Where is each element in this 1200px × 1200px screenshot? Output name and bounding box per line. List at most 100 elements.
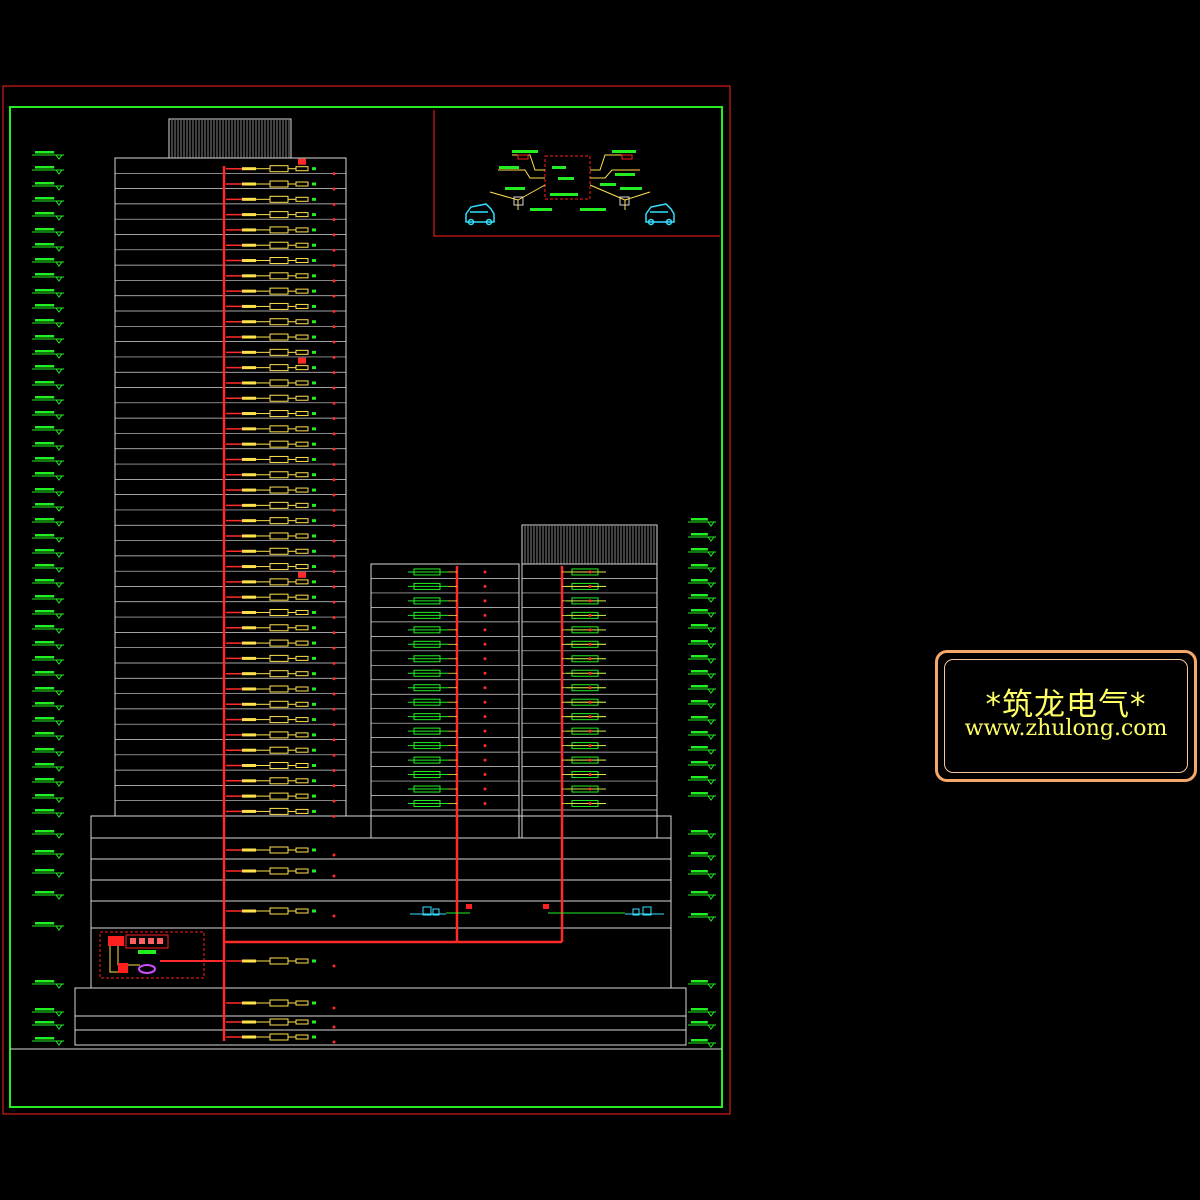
level-text [35,457,55,460]
level-text [35,243,55,246]
sensor-dot [483,570,487,574]
level-arrow [55,894,63,900]
level-text [35,687,55,690]
status-mark [312,381,316,385]
level-text [691,1008,708,1011]
tower-a-device-rows [226,158,336,1044]
left-elevation-markers [32,151,64,1046]
junction-box [242,350,256,354]
reader-box [295,196,309,202]
junction-box [242,335,256,339]
level-arrow [707,643,715,649]
sensor-dot [332,723,336,727]
level-text [35,922,55,925]
sensor-dot [332,914,336,918]
level-text [35,656,55,659]
junction-box [242,473,256,477]
status-mark [312,304,316,308]
junction-box [242,442,256,446]
level-text [691,640,708,643]
controller-box [269,957,289,965]
sensor-dot [588,657,592,661]
sensor-dot [332,707,336,711]
status-mark [312,519,316,523]
junction-box [242,197,256,201]
sensor-dot [332,248,336,252]
reader-box [295,334,309,340]
level-text [35,197,55,200]
junction-box [242,549,256,553]
level-text [35,258,55,261]
level-text [691,792,708,795]
level-text [35,151,55,154]
sensor-dot [332,417,336,421]
junction-box [242,488,256,492]
level-arrow [707,779,715,785]
status-mark [312,748,316,752]
controller-box [269,578,289,586]
parking-barrier-left [410,904,472,916]
status-mark [312,442,316,446]
sensor-dot [588,787,592,791]
sensor-dot [332,432,336,436]
reader-box [295,625,309,631]
reader-box [295,303,309,309]
level-arrow [55,200,63,206]
status-mark [312,259,316,263]
level-arrow [55,720,63,726]
sensor-dot [332,371,336,375]
sensor-dot [483,642,487,646]
reader-box [295,1019,309,1025]
controller-box [269,501,289,509]
level-text [35,579,55,582]
status-mark [312,320,316,324]
reader-box [295,533,309,539]
reader-box [295,564,309,570]
level-text [35,472,55,475]
level-text [691,518,708,521]
reader-box [295,518,309,524]
sensor-dot [332,508,336,512]
sensor-dot [332,554,336,558]
controller-box [269,1018,289,1026]
sensor-dot [588,570,592,574]
reader-box [295,181,309,187]
sensor-dot [332,646,336,650]
controller-box [269,907,289,915]
sensor-dot [332,401,336,405]
sensor-dot [332,814,336,818]
level-arrow [55,1024,63,1030]
level-text [35,610,55,613]
level-text [691,830,708,833]
controller-box [269,807,289,815]
status-mark [312,1001,316,1005]
level-text [35,319,55,322]
tower-c-roof-structure [521,524,658,565]
controller-box [269,180,289,188]
sensor-dot [332,462,336,466]
tower-a-floor-lines [115,172,346,802]
reader-box [295,868,309,874]
level-text [691,891,708,894]
sensor-dot [483,686,487,690]
status-mark [312,1035,316,1039]
level-arrow [55,872,63,878]
level-text [35,1008,55,1011]
level-arrow [55,983,63,989]
level-text [35,702,55,705]
junction-box [242,167,256,171]
reader-box [295,594,309,600]
level-text [35,518,55,521]
level-arrow [55,475,63,481]
reader-box [295,778,309,784]
level-text [35,182,55,185]
reader-box [295,212,309,218]
level-arrow [55,659,63,665]
level-arrow [55,735,63,741]
level-arrow [55,445,63,451]
sensor-dot [588,744,592,748]
level-arrow [55,751,63,757]
level-text [691,548,708,551]
level-arrow [55,399,63,405]
sensor-dot [483,758,487,762]
